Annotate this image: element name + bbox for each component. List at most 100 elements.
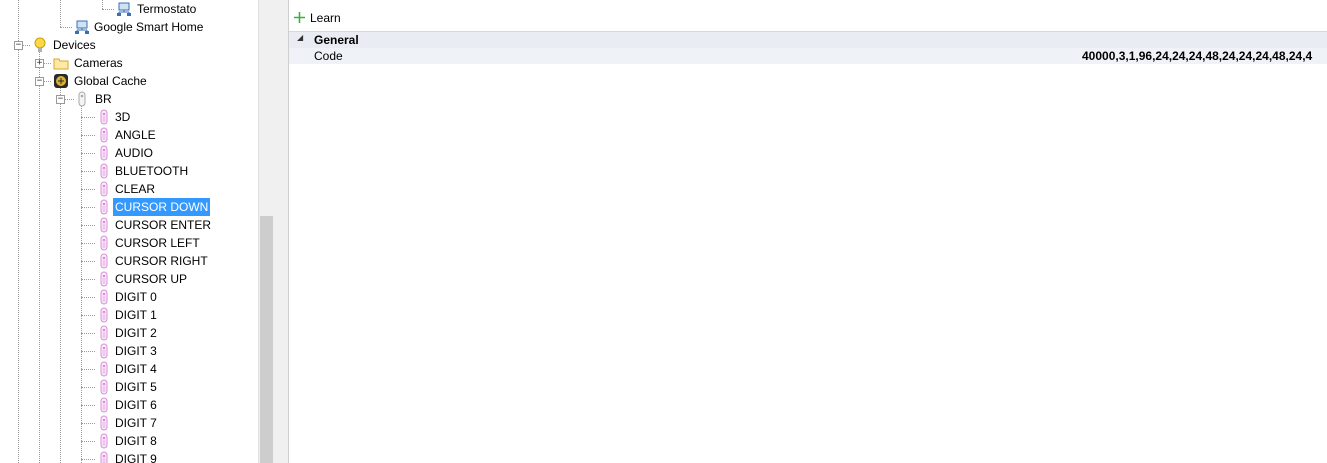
tree-command-label: 3D [115, 110, 131, 124]
tree-command-node[interactable]: AUDIO [0, 144, 258, 162]
plus-icon [294, 12, 305, 23]
folder-icon [53, 58, 69, 70]
remote-icon [100, 379, 108, 395]
tree-command-node[interactable]: DIGIT 5 [0, 378, 258, 396]
tree-command-label: DIGIT 6 [115, 398, 157, 412]
tree-guide-line [81, 225, 95, 226]
tree-command-node[interactable]: DIGIT 3 [0, 342, 258, 360]
property-name: Code [314, 49, 343, 63]
pane-splitter[interactable] [275, 0, 289, 463]
property-value[interactable]: 40000,3,1,96,24,24,24,48,24,24,24,48,24,… [1082, 49, 1312, 63]
expand-toggle-icon[interactable]: + [35, 59, 44, 68]
tree-command-node[interactable]: DIGIT 0 [0, 288, 258, 306]
tree-command-label: CURSOR ENTER [115, 218, 212, 232]
tree-command-node[interactable]: CURSOR UP [0, 270, 258, 288]
collapse-toggle-icon[interactable]: − [56, 95, 65, 104]
tree-command-node[interactable]: DIGIT 9 [0, 450, 258, 463]
remote-icon [100, 397, 108, 413]
tree-node-label: Google Smart Home [94, 20, 204, 34]
tree-guide-line [81, 243, 95, 244]
tree-guide-line [81, 387, 95, 388]
tree-command-node[interactable]: DIGIT 6 [0, 396, 258, 414]
tree-command-label: DIGIT 3 [115, 344, 157, 358]
tree-guide-line [81, 135, 95, 136]
tree-guide-line [81, 405, 95, 406]
tree-command-node[interactable]: DIGIT 7 [0, 414, 258, 432]
tree-guide-line [81, 369, 95, 370]
tree-node-devices[interactable]: − Devices [0, 36, 258, 54]
remote-icon [100, 163, 108, 179]
remote-icon [100, 325, 108, 341]
tree-guide-line [81, 441, 95, 442]
learn-button-label: Learn [310, 11, 341, 25]
tree-command-label: DIGIT 4 [115, 362, 157, 376]
tree-command-label: AUDIO [115, 146, 154, 160]
tree-command-label: ANGLE [115, 128, 156, 142]
tree-command-label: DIGIT 8 [115, 434, 157, 448]
tree-node-termostato[interactable]: Termostato [0, 0, 258, 18]
tree-command-label: CURSOR UP [115, 272, 188, 286]
tree-node-br[interactable]: − BR [0, 90, 258, 108]
collapse-arrow-icon[interactable]: ◢ [297, 33, 303, 42]
tree-command-node[interactable]: BLUETOOTH [0, 162, 258, 180]
tree-node-label: Devices [53, 38, 96, 52]
tree-command-node[interactable]: 3D [0, 108, 258, 126]
tree-command-node[interactable]: ANGLE [0, 126, 258, 144]
scrollbar-thumb[interactable] [260, 216, 273, 463]
tree-command-label: CLEAR [115, 182, 156, 196]
tree-guide-line [81, 315, 95, 316]
tree-command-node[interactable]: CURSOR LEFT [0, 234, 258, 252]
tree-command-label: BLUETOOTH [115, 164, 189, 178]
remote-icon [100, 343, 108, 359]
remote-icon [100, 415, 108, 431]
property-row-code[interactable]: Code 40000,3,1,96,24,24,24,48,24,24,24,4… [289, 48, 1327, 64]
tree-command-node[interactable]: CURSOR DOWN [0, 198, 258, 216]
remote-icon [100, 307, 108, 323]
remote-icon [100, 199, 108, 215]
tree-guide-line [81, 207, 95, 208]
tree-command-node[interactable]: DIGIT 8 [0, 432, 258, 450]
property-category-general[interactable]: ◢ General [289, 32, 1327, 48]
remote-icon [100, 361, 108, 377]
remote-icon [100, 253, 108, 269]
tree-command-label: CURSOR RIGHT [115, 254, 208, 268]
network-icon [117, 2, 131, 16]
tree-guide-line [81, 117, 95, 118]
remote-icon [100, 145, 108, 161]
tree-node-label: BR [95, 92, 112, 106]
tree-command-label: DIGIT 9 [115, 452, 157, 463]
tree-guide-line [81, 261, 95, 262]
lightbulb-icon [34, 37, 46, 52]
tree-scrollbar[interactable] [258, 0, 275, 463]
tree-command-node[interactable]: DIGIT 4 [0, 360, 258, 378]
remote-icon [100, 289, 108, 305]
tree-guide-line [81, 171, 95, 172]
tree-command-label: CURSOR LEFT [115, 236, 200, 250]
remote-icon [78, 91, 86, 107]
tree-command-node[interactable]: CURSOR ENTER [0, 216, 258, 234]
tree-node-cameras[interactable]: + Cameras [0, 54, 258, 72]
category-label: General [314, 33, 359, 47]
tree-command-label: DIGIT 0 [115, 290, 157, 304]
remote-icon [100, 217, 108, 233]
tree-command-node[interactable]: CLEAR [0, 180, 258, 198]
tree-command-node[interactable]: DIGIT 2 [0, 324, 258, 342]
tree-node-label: Global Cache [74, 74, 147, 88]
tree-command-label: DIGIT 1 [115, 308, 157, 322]
device-tree[interactable]: Termostato Google Smart Home − Devices +… [0, 0, 258, 463]
toolbar: Learn [289, 0, 1327, 32]
remote-icon [100, 433, 108, 449]
collapse-toggle-icon[interactable]: − [14, 41, 23, 50]
tree-command-node[interactable]: CURSOR RIGHT [0, 252, 258, 270]
tree-command-node[interactable]: DIGIT 1 [0, 306, 258, 324]
tree-guide-line [81, 189, 95, 190]
tree-node-google-smart-home[interactable]: Google Smart Home [0, 18, 258, 36]
tree-node-global-cache[interactable]: − Global Cache [0, 72, 258, 90]
remote-icon [100, 451, 108, 463]
remote-icon [100, 271, 108, 287]
tree-guide-line [81, 423, 95, 424]
tree-command-label: CURSOR DOWN [113, 198, 211, 216]
learn-button[interactable]: Learn [293, 9, 345, 27]
tree-guide-line [81, 297, 95, 298]
collapse-toggle-icon[interactable]: − [35, 77, 44, 86]
